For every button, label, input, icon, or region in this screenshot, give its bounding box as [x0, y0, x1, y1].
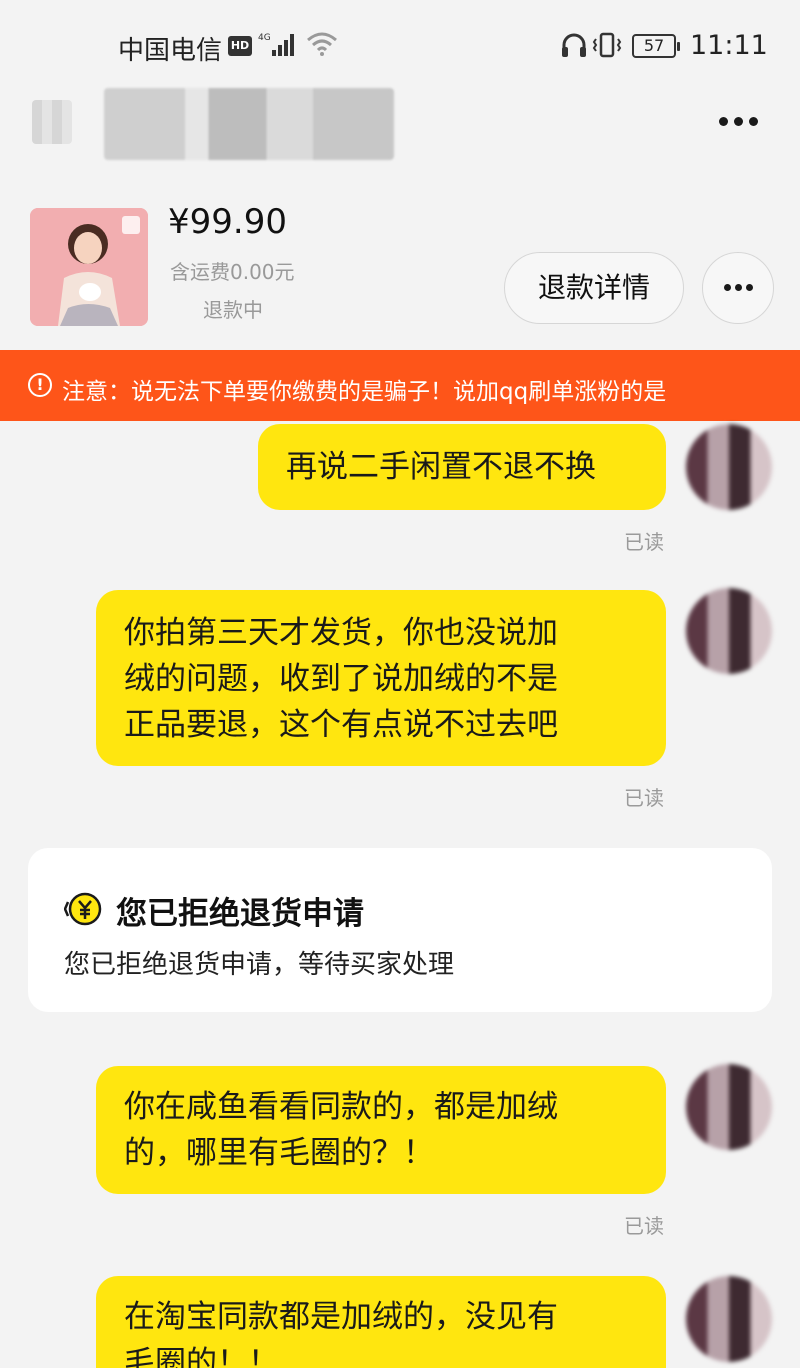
avatar[interactable] — [686, 588, 772, 674]
network-type: 4G — [258, 33, 271, 43]
clock: 11:11 — [690, 30, 768, 61]
message-line: 绒的问题，收到了说加绒的不是 — [124, 661, 558, 697]
card-title: 您已拒绝退货申请 — [116, 896, 364, 932]
back-icon[interactable] — [32, 100, 72, 144]
warning-text: 注意：说无法下单要你缴费的是骗子！说加qq刷单涨粉的是 — [62, 379, 667, 405]
battery-icon: 57 — [632, 34, 680, 58]
read-status: 已读 — [624, 1214, 664, 1238]
signal-icon: 4G — [258, 33, 294, 56]
message-line: 你拍第三天才发货，你也没说加 — [124, 615, 558, 651]
product-price: ¥99.90 — [168, 202, 287, 242]
avatar[interactable] — [686, 1276, 772, 1362]
product-card: ¥99.90 含运费0.00元 退款中 退款详情 — [0, 190, 800, 350]
more-horizontal-icon[interactable] — [716, 110, 768, 134]
message-bubble[interactable]: 你拍第三天才发货，你也没说加 绒的问题，收到了说加绒的不是 正品要退，这个有点说… — [96, 590, 666, 766]
read-status: 已读 — [624, 530, 664, 554]
message-line: 在淘宝同款都是加绒的，没见有 — [124, 1299, 558, 1335]
message-bubble[interactable]: 再说二手闲置不退不换 — [258, 424, 666, 510]
product-thumbnail[interactable] — [30, 208, 148, 326]
message-text: 再说二手闲置不退不换 — [286, 449, 596, 485]
status-bar: 中国电信 HD 4G 57 11:11 — [0, 0, 800, 92]
carrier-name: 中国电信 — [118, 36, 223, 66]
product-more-button[interactable] — [702, 252, 774, 324]
message-bubble[interactable]: 在淘宝同款都是加绒的，没见有 毛圈的！！ — [96, 1276, 666, 1368]
message-line: 正品要退，这个有点说不过去吧 — [124, 707, 558, 743]
child-product-image — [30, 208, 148, 326]
vibrate-icon — [592, 32, 622, 58]
refund-status: 退款中 — [203, 298, 263, 322]
wifi-icon — [307, 32, 337, 56]
refund-yen-icon — [64, 892, 102, 926]
avatar[interactable] — [686, 424, 772, 510]
hd-badge: HD — [228, 36, 252, 56]
alert-circle-icon: ! — [28, 373, 52, 397]
chat-header: ■■■■■■ — [0, 88, 800, 188]
message-bubble[interactable]: 你在咸鱼看看同款的，都是加绒 的，哪里有毛圈的？！ — [96, 1066, 666, 1194]
card-text: 您已拒绝退货申请，等待买家处理 — [64, 950, 455, 980]
message-line: 毛圈的！！ — [124, 1345, 279, 1368]
message-line: 你在咸鱼看看同款的，都是加绒 — [124, 1089, 558, 1125]
headphone-icon — [562, 33, 586, 57]
product-shipping: 含运费0.00元 — [170, 260, 295, 284]
refund-detail-button[interactable]: 退款详情 — [504, 252, 684, 324]
more-horizontal-icon — [723, 284, 731, 291]
refund-rejected-card[interactable]: 您已拒绝退货申请 您已拒绝退货申请，等待买家处理 — [28, 848, 772, 1012]
chat-screen: 中国电信 HD 4G 57 11:11 ■■■■■ — [0, 0, 800, 1368]
read-status: 已读 — [624, 786, 664, 810]
scam-warning-banner[interactable]: ! 注意：说无法下单要你缴费的是骗子！说加qq刷单涨粉的是 — [0, 350, 800, 421]
avatar[interactable] — [686, 1064, 772, 1150]
contact-name: ■■■■■■ — [104, 88, 394, 160]
message-line: 的，哪里有毛圈的？！ — [124, 1135, 434, 1171]
